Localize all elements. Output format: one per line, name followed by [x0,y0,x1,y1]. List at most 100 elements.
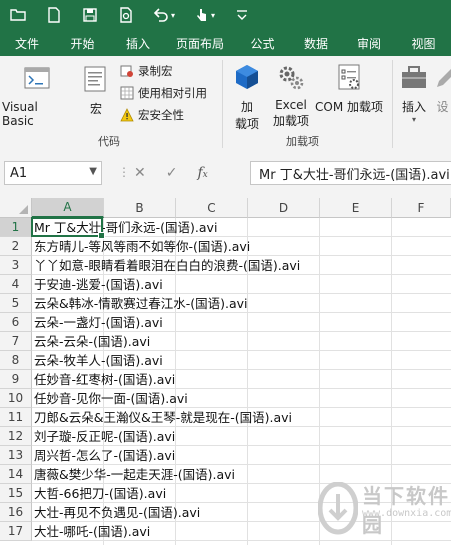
column-header-f[interactable]: F [392,198,451,218]
tab-home[interactable]: 开始 [54,30,111,56]
cell-a17[interactable]: 大壮-哪吒-(国语).avi [34,522,150,541]
watermark-logo-icon [318,482,358,535]
ribbon-separator [222,60,223,148]
cell-a7[interactable]: 云朵-云朵-(国语).avi [34,332,150,351]
relative-ref-label: 使用相对引用 [138,86,207,100]
tab-page-layout[interactable]: 页面布局 [165,30,235,56]
cell-a12[interactable]: 刘子璇-反正呢-(国语).avi [34,427,175,446]
cell-a9[interactable]: 任妙音-红枣树-(国语).avi [34,370,175,389]
relative-ref-icon [120,86,134,100]
tab-insert[interactable]: 插入 [111,30,165,56]
addins-group-label: 加载项 [286,135,319,148]
cell-a15[interactable]: 大哲-66把刀-(国语).avi [34,484,166,503]
column-header-e[interactable]: E [320,198,392,218]
save-icon[interactable] [72,0,108,30]
tab-review[interactable]: 审阅 [342,30,396,56]
addins-label-2: 载项 [234,117,259,131]
cell-a5[interactable]: 云朵&韩冰-情歌赛过春江水-(国语).avi [34,294,248,313]
macros-label: 宏 [89,102,102,116]
toolbox-icon [402,66,426,88]
chevron-down-icon: ▾ [411,115,416,124]
row-header[interactable]: 9 [0,370,32,389]
undo-icon[interactable]: ▾ [144,0,184,30]
cell-a8[interactable]: 云朵-牧羊人-(国语).avi [34,351,163,370]
row-header[interactable]: 16 [0,503,32,522]
column-header-a[interactable]: A [32,198,104,218]
customize-icon[interactable] [224,0,260,30]
cell-a13[interactable]: 周兴哲-怎么了-(国语).avi [34,446,175,465]
macros-button[interactable]: 宏 [78,64,114,117]
visual-basic-icon [24,67,50,89]
formula-bar-area: A1 ▼ ⋮ ✕ ✓ fx Mr 丁&大壮-哥们永远-(国语).avi [0,151,451,198]
row-header[interactable]: 4 [0,275,32,294]
record-macro-icon [120,65,133,77]
row-header[interactable]: 13 [0,446,32,465]
name-box[interactable]: A1 ▼ [4,161,102,185]
new-file-icon[interactable] [36,0,72,30]
resize-handle-icon[interactable]: ⋮ [118,165,130,179]
row-header[interactable]: 1 [0,218,32,237]
insert-function-icon[interactable]: fx [197,165,207,181]
macros-icon [84,66,106,92]
tab-data[interactable]: 数据 [290,30,342,56]
insert-controls-label: 插入 [401,100,426,114]
cell-a10[interactable]: 任妙音-见你一面-(国语).avi [34,389,188,408]
tab-view[interactable]: 视图 [396,30,451,56]
record-macro-button[interactable]: 录制宏 [120,63,173,79]
cell-a3[interactable]: 丫丫如意-眼睛看着眼泪在白白的浪费-(国语).avi [34,256,300,275]
ribbon-tabs: 文件 开始 插入 页面布局 公式 数据 审阅 视图 [0,30,451,56]
folder-open-icon[interactable] [0,0,36,30]
excel-addins-button[interactable]: Excel 加载项 [270,62,312,129]
row-header[interactable]: 5 [0,294,32,313]
visual-basic-button[interactable]: Visual Basic [2,64,72,128]
tab-formulas[interactable]: 公式 [235,30,290,56]
macro-security-button[interactable]: 宏安全性 [120,107,184,123]
insert-controls-button[interactable]: 插入 ▾ [396,62,432,124]
column-header-b[interactable]: B [104,198,176,218]
formula-buttons: ✕ ✓ fx [134,161,208,185]
cell-a4[interactable]: 于安迪-逃爱-(国语).avi [34,275,163,294]
chevron-down-icon[interactable]: ▼ [89,166,97,177]
select-all-button[interactable] [0,198,32,218]
row-header[interactable]: 11 [0,408,32,427]
row-header[interactable]: 15 [0,484,32,503]
name-box-value: A1 [10,165,28,181]
column-header-d[interactable]: D [248,198,320,218]
touch-mode-icon[interactable]: ▾ [184,0,224,30]
selected-cell-a1[interactable] [31,217,105,239]
row-header[interactable]: 7 [0,332,32,351]
row-header[interactable]: 17 [0,522,32,541]
row-header[interactable]: 8 [0,351,32,370]
row-header[interactable]: 12 [0,427,32,446]
watermark: 当下软件园 www.downxia.com [318,476,451,545]
row-header[interactable]: 14 [0,465,32,484]
quick-access-toolbar: ▾ ▾ [0,0,451,30]
addins-button[interactable]: 加 载项 [228,62,266,132]
enter-check-icon[interactable]: ✓ [166,165,178,181]
record-macro-label: 录制宏 [138,64,173,78]
row-header[interactable]: 2 [0,237,32,256]
com-addins-label: COM 加载项 [315,100,383,114]
design-mode-button[interactable]: 设 [434,62,451,115]
design-mode-icon [436,68,451,87]
row-header[interactable]: 3 [0,256,32,275]
com-addins-button[interactable]: COM 加载项 [312,62,386,115]
tab-file[interactable]: 文件 [0,30,54,56]
ribbon-separator [392,60,393,148]
gears-icon [279,66,304,90]
cell-a14[interactable]: 唐薇&樊少华-一起走天涯-(国语).avi [34,465,235,484]
print-preview-icon[interactable] [108,0,144,30]
row-header[interactable]: 10 [0,389,32,408]
row-header[interactable]: 6 [0,313,32,332]
code-group-label: 代码 [98,135,120,148]
cell-a6[interactable]: 云朵-一盏灯-(国语).avi [34,313,163,332]
formula-input[interactable]: Mr 丁&大壮-哥们永远-(国语).avi [250,161,451,185]
cell-a2[interactable]: 东方晴儿-等风等雨不如等你-(国语).avi [34,237,250,256]
cell-a16[interactable]: 大壮-再见不负遇见-(国语).avi [34,503,200,522]
relative-ref-button[interactable]: 使用相对引用 [120,85,207,101]
cancel-icon[interactable]: ✕ [134,165,146,181]
addins-label-1: 加 [240,100,253,114]
excel-addins-label-2: 加载项 [272,114,309,128]
column-header-c[interactable]: C [176,198,248,218]
cell-a11[interactable]: 刀郎&云朵&王瀚仪&王琴-就是现在-(国语).avi [34,408,292,427]
